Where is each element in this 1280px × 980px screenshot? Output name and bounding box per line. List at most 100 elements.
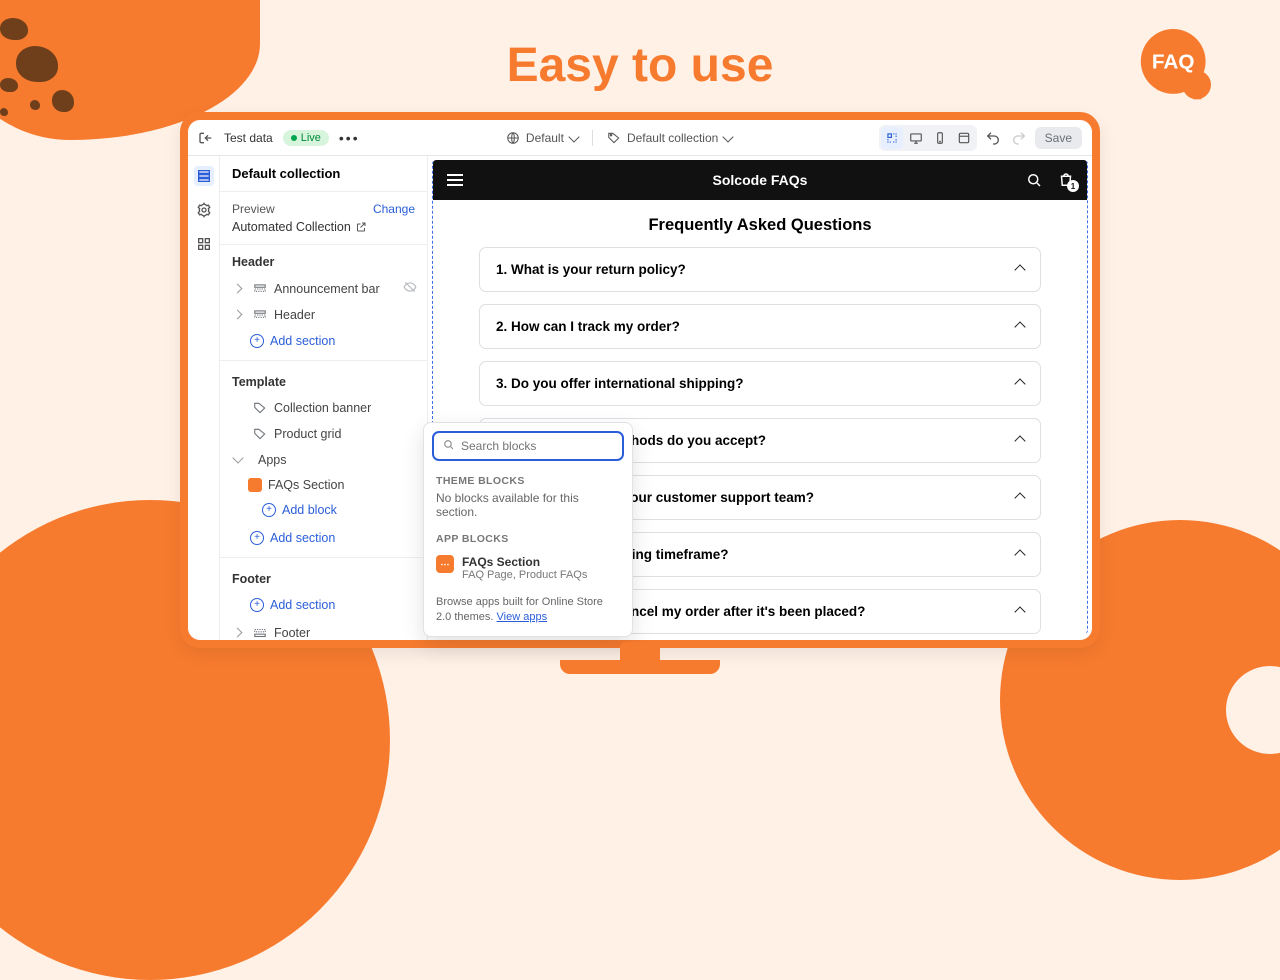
tree-item-product-grid[interactable]: Product grid <box>220 421 427 447</box>
chevron-up-icon <box>1014 492 1025 503</box>
chevron-down-icon <box>232 452 243 463</box>
chevron-up-icon <box>1014 606 1025 617</box>
faq-app-icon: ⋯ <box>436 555 454 573</box>
faq-item[interactable]: 3. Do you offer international shipping? <box>479 361 1041 406</box>
chevron-down-icon <box>723 131 734 142</box>
device-full-button[interactable] <box>881 127 903 149</box>
faq-badge: FAQ <box>1130 20 1220 110</box>
plus-circle-icon: + <box>250 531 264 545</box>
view-apps-link[interactable]: View apps <box>497 611 548 623</box>
chevron-up-icon <box>1014 549 1025 560</box>
preview-row: Preview Change Automated Collection <box>220 192 427 245</box>
visibility-off-icon[interactable] <box>403 280 417 297</box>
template-dropdown[interactable]: Default collection <box>607 131 732 145</box>
popover-footer: Browse apps built for Online Store 2.0 t… <box>424 587 632 626</box>
search-icon[interactable] <box>1025 171 1043 189</box>
sections-rail-icon[interactable] <box>194 166 214 186</box>
decor-brown-blob <box>0 18 28 40</box>
tag-icon <box>607 131 621 145</box>
group-footer: Footer <box>220 562 427 592</box>
app-block-faqs-section[interactable]: ⋯ FAQs Section FAQ Page, Product FAQs <box>424 549 632 587</box>
tag-icon <box>252 426 268 442</box>
app-window: Test data Live ••• Default Default colle… <box>180 112 1100 648</box>
side-panel: Default collection Preview Change Automa… <box>220 156 428 640</box>
decor-brown-blob <box>30 100 40 110</box>
exit-icon[interactable] <box>198 130 214 146</box>
chevron-down-icon <box>568 131 579 142</box>
faq-item[interactable]: 1. What is your return policy? <box>479 247 1041 292</box>
chevron-up-icon <box>1014 321 1025 332</box>
hero-title: Easy to use <box>0 38 1280 93</box>
tree-item-announcement-bar[interactable]: Announcement bar <box>220 275 427 302</box>
add-section-link[interactable]: + Add section <box>220 592 427 620</box>
tree-item-faqs-section[interactable]: FAQs Section <box>220 473 427 497</box>
change-link[interactable]: Change <box>373 202 415 216</box>
add-section-link[interactable]: + Add section <box>220 328 427 356</box>
theme-blocks-empty: No blocks available for this section. <box>424 491 632 527</box>
group-header: Header <box>220 245 427 275</box>
device-toggle-group <box>879 125 977 151</box>
faq-badge-text: FAQ <box>1152 51 1195 74</box>
add-block-link[interactable]: + Add block <box>220 497 427 525</box>
app-block-subtitle: FAQ Page, Product FAQs <box>462 569 587 581</box>
chevron-up-icon <box>1014 435 1025 446</box>
globe-icon <box>506 131 520 145</box>
section-icon <box>252 281 268 297</box>
plus-circle-icon: + <box>250 334 264 348</box>
plus-circle-icon: + <box>262 503 276 517</box>
editor: Default collection Preview Change Automa… <box>188 156 1092 640</box>
tree-item-header[interactable]: Header <box>220 302 427 328</box>
panel-title: Default collection <box>220 156 427 192</box>
device-mobile-button[interactable] <box>929 127 951 149</box>
external-link-icon[interactable] <box>355 221 367 233</box>
chevron-right-icon <box>233 310 243 320</box>
separator <box>592 130 593 146</box>
decor-brown-blob <box>0 108 8 116</box>
preview-collection-name: Automated Collection <box>232 220 351 234</box>
app-blocks-label: APP BLOCKS <box>424 527 632 549</box>
apps-rail-icon[interactable] <box>194 234 214 254</box>
chevron-up-icon <box>1014 264 1025 275</box>
faq-heading: Frequently Asked Questions <box>433 216 1087 235</box>
tree-item-collection-banner[interactable]: Collection banner <box>220 395 427 421</box>
save-button[interactable]: Save <box>1035 127 1082 149</box>
settings-rail-icon[interactable] <box>194 200 214 220</box>
faq-item[interactable]: 2. How can I track my order? <box>479 304 1041 349</box>
tree-item-footer[interactable]: Footer <box>220 620 427 640</box>
test-data-label: Test data <box>224 131 273 145</box>
topbar: Test data Live ••• Default Default colle… <box>188 120 1092 156</box>
device-desktop-button[interactable] <box>905 127 927 149</box>
add-section-link[interactable]: + Add section <box>220 525 427 553</box>
status-dot-icon <box>291 135 297 141</box>
search-blocks-input[interactable] <box>461 439 616 453</box>
redo-button[interactable] <box>1009 128 1029 148</box>
live-badge: Live <box>283 130 329 146</box>
device-inspector-button[interactable] <box>953 127 975 149</box>
search-blocks-field[interactable] <box>432 431 624 461</box>
theme-blocks-label: THEME BLOCKS <box>424 469 632 491</box>
app-block-title: FAQs Section <box>462 555 587 569</box>
group-template: Template <box>220 365 427 395</box>
cart-icon[interactable]: 1 <box>1057 171 1075 189</box>
side-rail <box>188 156 220 640</box>
undo-button[interactable] <box>983 128 1003 148</box>
chevron-up-icon <box>1014 378 1025 389</box>
store-header: Solcode FAQs 1 <box>433 160 1087 200</box>
decor-brown-blob <box>52 90 74 112</box>
faq-app-icon <box>248 478 262 492</box>
locale-dropdown[interactable]: Default <box>506 131 578 145</box>
cart-count-badge: 1 <box>1067 180 1079 192</box>
tree-item-apps[interactable]: Apps <box>220 447 427 473</box>
store-title: Solcode FAQs <box>713 172 808 188</box>
chevron-right-icon <box>233 628 243 638</box>
section-icon <box>252 625 268 640</box>
tag-icon <box>252 400 268 416</box>
preview-label: Preview <box>232 202 275 216</box>
chevron-right-icon <box>233 283 243 293</box>
hamburger-icon[interactable] <box>447 174 463 186</box>
monitor-stand <box>560 660 720 674</box>
plus-circle-icon: + <box>250 598 264 612</box>
more-icon[interactable]: ••• <box>339 130 360 146</box>
search-icon <box>442 438 455 454</box>
section-icon <box>252 307 268 323</box>
